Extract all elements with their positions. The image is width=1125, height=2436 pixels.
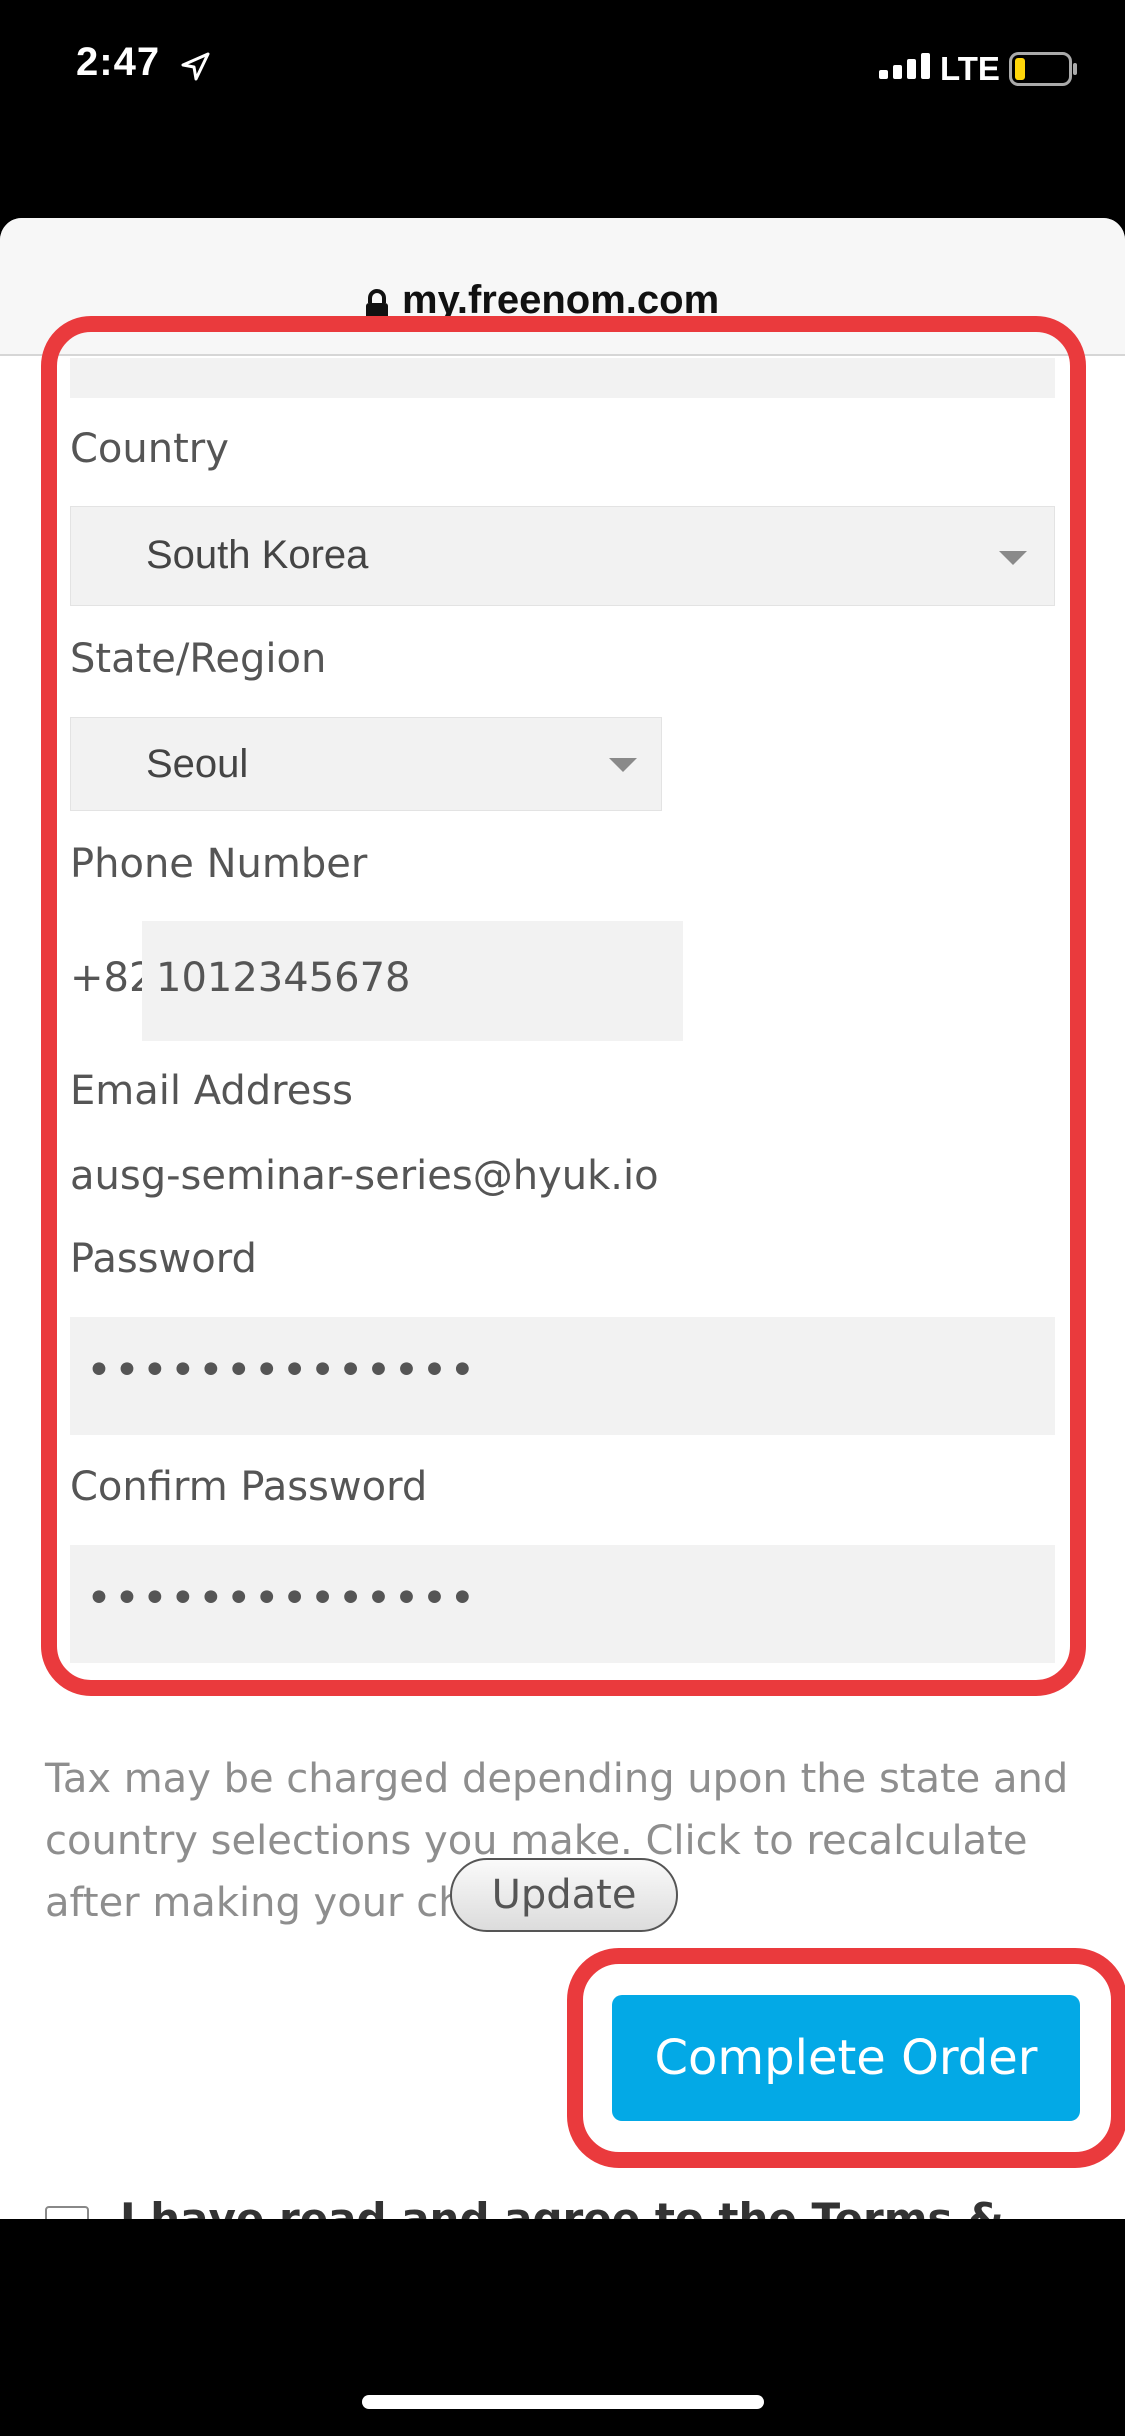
status-time: 2:47: [76, 40, 161, 84]
phone-screen: 2:47 LTE my.freenom.com Country South Ko…: [0, 0, 1125, 2436]
email-value: ausg-seminar-series@hyuk.io: [70, 1153, 659, 1199]
password-label: Password: [70, 1236, 257, 1282]
country-select-value: South Korea: [146, 533, 369, 577]
country-select[interactable]: South Korea: [70, 506, 1055, 606]
lock-icon: [366, 289, 388, 321]
previous-field[interactable]: [70, 358, 1055, 398]
divider: [70, 1680, 1055, 1682]
state-label: State/Region: [70, 636, 327, 682]
state-select-value: Seoul: [146, 742, 249, 786]
signal-icon: [879, 53, 930, 79]
update-button[interactable]: Update: [450, 1858, 678, 1932]
address-bar[interactable]: my.freenom.com: [0, 218, 1125, 356]
home-indicator[interactable]: [362, 2395, 764, 2409]
confirm-password-input[interactable]: ••••••••••••••: [70, 1545, 1055, 1663]
terms-label: I have read and agree to the Terms &: [120, 2194, 1004, 2219]
chevron-down-icon: [999, 551, 1027, 565]
email-label: Email Address: [70, 1068, 353, 1114]
phone-input[interactable]: 1012345678: [142, 921, 683, 1041]
country-label: Country: [70, 426, 229, 472]
password-masked-value: ••••••••••••••: [86, 1345, 478, 1396]
phone-label: Phone Number: [70, 841, 368, 887]
confirm-password-label: Confirm Password: [70, 1464, 428, 1510]
confirm-password-masked-value: ••••••••••••••: [86, 1573, 478, 1624]
terms-checkbox[interactable]: [45, 2206, 89, 2219]
url-text: my.freenom.com: [402, 278, 720, 322]
location-arrow-icon: [181, 52, 210, 81]
chevron-down-icon: [609, 758, 637, 772]
complete-order-button[interactable]: Complete Order: [612, 1995, 1080, 2121]
browser-page: my.freenom.com Country South Korea State…: [0, 218, 1125, 2219]
network-type: LTE: [940, 50, 1000, 87]
password-input[interactable]: ••••••••••••••: [70, 1317, 1055, 1435]
phone-input-value: 1012345678: [156, 955, 411, 1001]
battery-icon: [1009, 52, 1077, 86]
state-select[interactable]: Seoul: [70, 717, 662, 811]
